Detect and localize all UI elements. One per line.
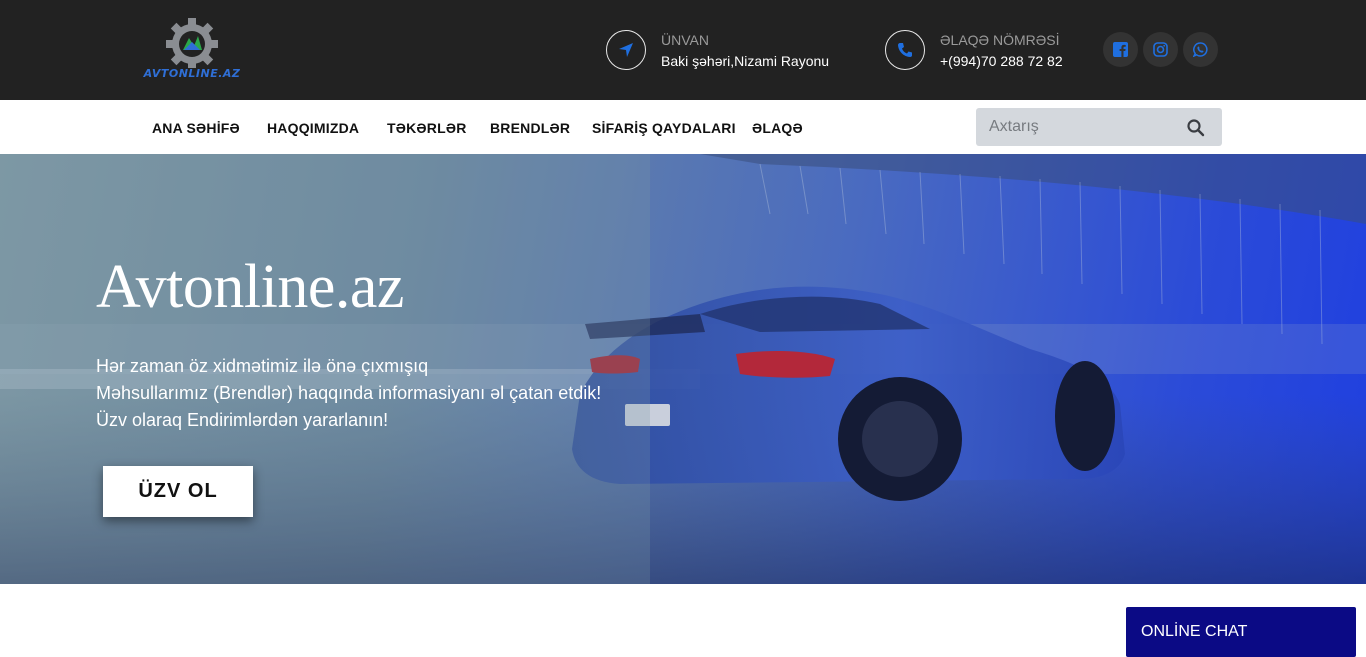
hero-text-line: Hər zaman öz xidmətimiz ilə önə çıxmışıq [96, 356, 429, 376]
hero-title: Avtonline.az [96, 253, 404, 321]
hero-text-line: Məhsullarımız (Brendlər) haqqında inform… [96, 383, 602, 403]
search-input[interactable] [976, 108, 1176, 146]
online-chat-button[interactable]: ONLİNE CHAT [1126, 607, 1356, 657]
address-value: Baki şəhəri,Nizami Rayonu [661, 53, 830, 69]
online-chat-label: ONLİNE CHAT [1141, 623, 1248, 640]
gear-logo-icon [166, 18, 218, 70]
nav-item-brands[interactable]: BRENDLƏR [490, 120, 570, 136]
nav-item-home[interactable]: ANA SƏHİFƏ [152, 120, 240, 136]
phone-value[interactable]: +(994)70 288 72 82 [940, 53, 1063, 69]
main-navbar: ANA SƏHİFƏ HAQQIMIZDA TƏKƏRLƏR BRENDLƏR … [0, 100, 1366, 154]
hero-text-line: Üzv olaraq Endirimlərdən yararlanın! [96, 410, 389, 430]
nav-item-about[interactable]: HAQQIMIZDA [267, 120, 359, 136]
address-label: ÜNVAN [661, 32, 709, 48]
hero-banner: Avtonline.az Hər zaman öz xidmətimiz ilə… [0, 154, 1366, 584]
address-info: ÜNVAN Baki şəhəri,Nizami Rayonu [606, 30, 846, 70]
phone-info: ƏLAQƏ NÖMRƏSİ +(994)70 288 72 82 [885, 30, 1075, 70]
nav-item-order-rules[interactable]: SİFARİŞ QAYDALARI [592, 120, 736, 136]
instagram-icon[interactable] [1143, 32, 1178, 67]
phone-label: ƏLAQƏ NÖMRƏSİ [940, 32, 1060, 48]
location-arrow-icon [606, 30, 646, 70]
facebook-icon[interactable] [1103, 32, 1138, 67]
search-icon[interactable] [1186, 118, 1206, 138]
nav-item-contact[interactable]: ƏLAQƏ [752, 120, 803, 136]
whatsapp-icon[interactable] [1183, 32, 1218, 67]
search-box [976, 108, 1222, 146]
site-logo[interactable]: AVTONLINE.AZ [141, 18, 243, 84]
logo-text: AVTONLINE.AZ [143, 67, 241, 80]
phone-icon [885, 30, 925, 70]
nav-item-tires[interactable]: TƏKƏRLƏR [387, 120, 467, 136]
register-button[interactable]: ÜZV OL [103, 466, 253, 517]
top-bar: AVTONLINE.AZ ÜNVAN Baki şəhəri,Nizami Ra… [0, 0, 1366, 100]
